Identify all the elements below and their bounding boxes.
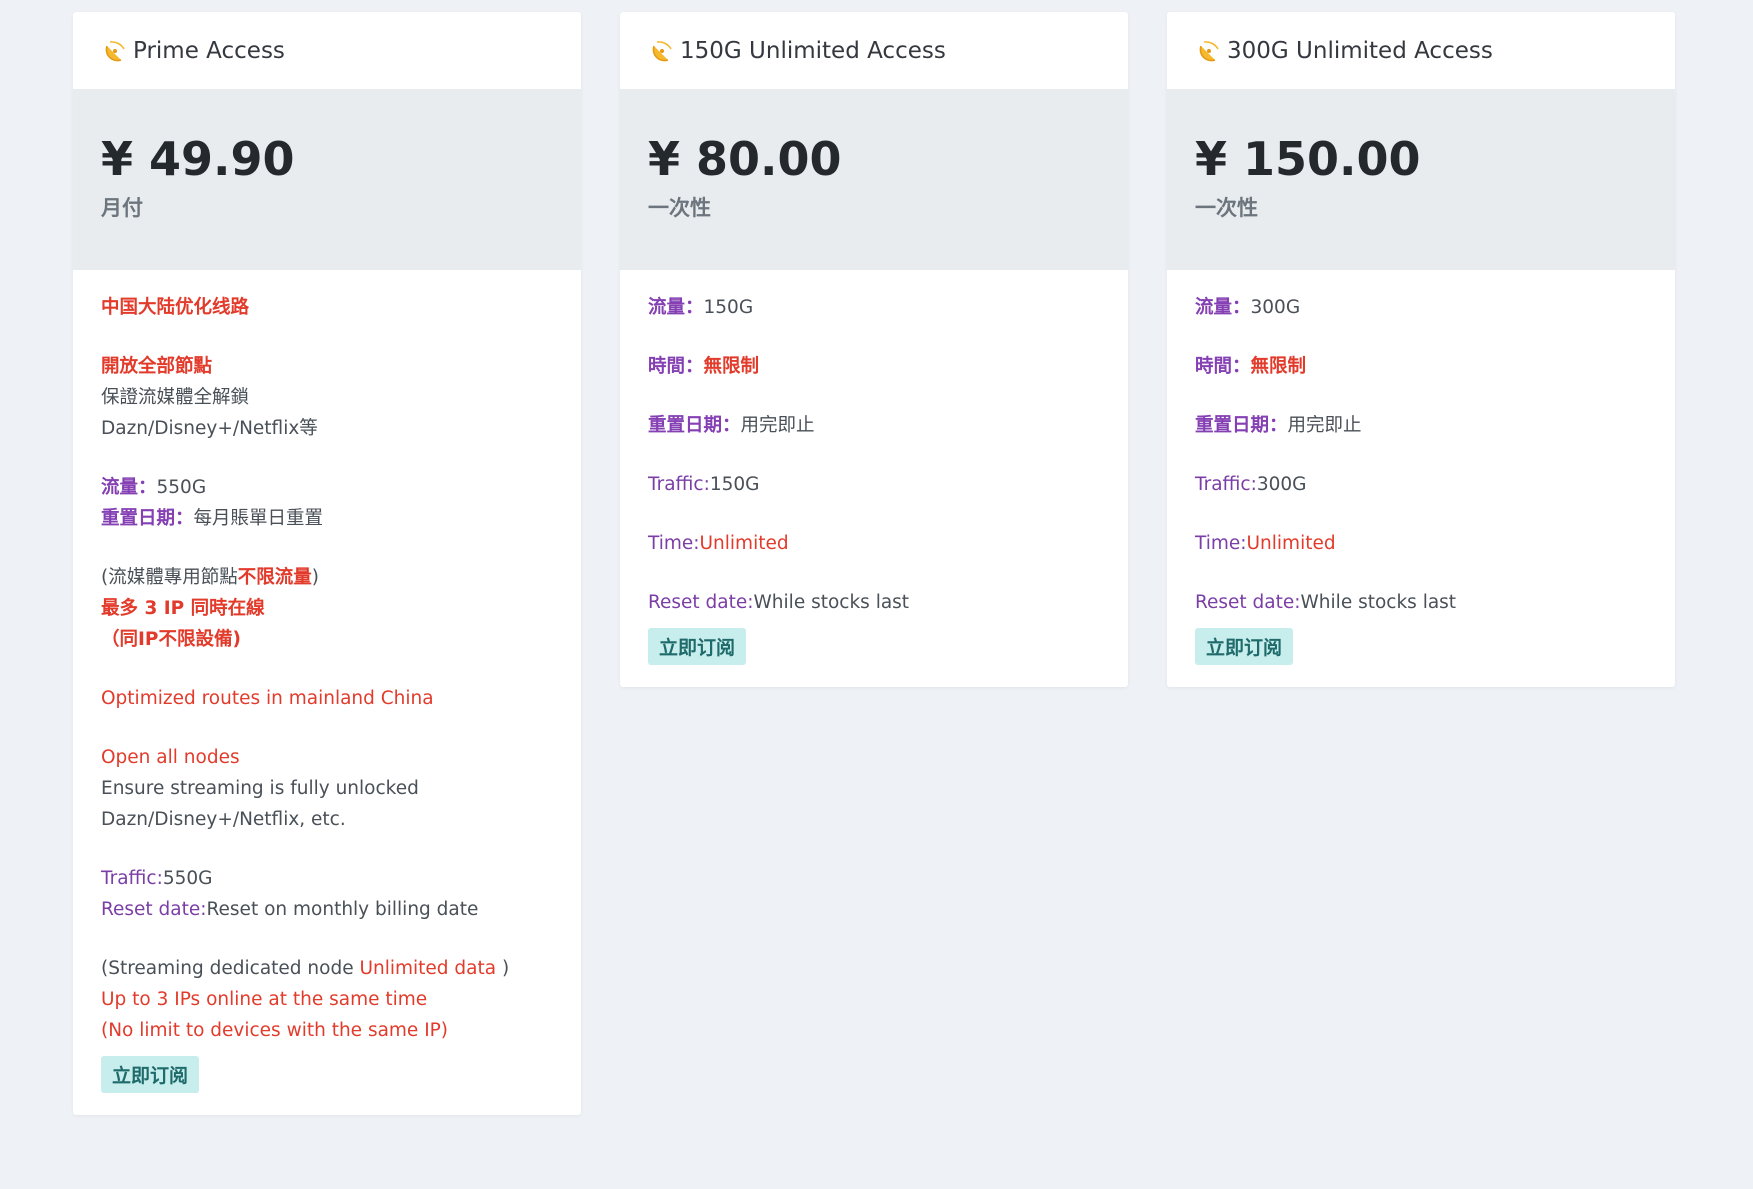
subscribe-button[interactable]: 立即订阅	[648, 628, 747, 665]
satellite-dish-icon	[652, 40, 672, 61]
desc-line: Reset date:While stocks last	[1195, 587, 1647, 618]
desc-value: 無限制	[1250, 356, 1307, 377]
desc-value: Unlimited	[699, 533, 789, 554]
desc-value: Unlimited	[1246, 533, 1336, 554]
desc-line: 流量：550G	[101, 472, 553, 503]
plan-description: 流量：300G 時間：無限制 重置日期：用完即止 Traffic:300G Ti…	[1167, 270, 1675, 687]
desc-value: 用完即止	[740, 415, 815, 436]
desc-line: Open all nodes	[101, 747, 240, 768]
desc-value: 550G	[156, 477, 207, 498]
plan-period: 月付	[101, 196, 143, 220]
subscribe-button[interactable]: 立即订阅	[101, 1056, 200, 1093]
desc-highlight: Unlimited data	[359, 958, 497, 979]
desc-line: (Streaming dedicated node Unlimited data…	[101, 953, 553, 984]
plan-title: Prime Access	[133, 37, 285, 64]
desc-value: 550G	[162, 868, 213, 889]
desc-value: 用完即止	[1287, 415, 1362, 436]
price-block: ¥ 150.00 一次性	[1167, 89, 1675, 270]
desc-label: 流量：	[648, 297, 704, 318]
desc-value: 150G	[703, 297, 754, 318]
subscribe-button[interactable]: 立即订阅	[1195, 628, 1294, 665]
desc-line: 時間：無限制	[1195, 351, 1647, 382]
desc-text: )	[496, 958, 510, 979]
desc-value: While stocks last	[1300, 592, 1457, 613]
desc-label: Traffic:	[1195, 474, 1257, 495]
desc-line: (No limit to devices with the same IP)	[101, 1020, 449, 1041]
satellite-dish-icon	[1199, 40, 1219, 61]
desc-value: 300G	[1250, 297, 1301, 318]
desc-line: Time:Unlimited	[648, 528, 1100, 559]
desc-label: 流量：	[1195, 297, 1251, 318]
desc-label: Time:	[1195, 533, 1247, 554]
desc-line: Traffic:550G	[101, 863, 553, 894]
desc-line: 保證流媒體全解鎖	[101, 387, 250, 408]
desc-line: Reset date:Reset on monthly billing date	[101, 894, 553, 925]
price-block: ¥ 49.90 月付	[73, 89, 581, 270]
plan-title: 150G Unlimited Access	[680, 37, 946, 64]
desc-value: While stocks last	[753, 592, 910, 613]
desc-line: 最多 3 IP 同時在線	[101, 598, 265, 619]
desc-line: Optimized routes in mainland China	[101, 688, 434, 709]
desc-label: Reset date:	[1195, 592, 1301, 613]
desc-line: Traffic:300G	[1195, 469, 1647, 500]
desc-value: 150G	[709, 474, 760, 495]
desc-value: 無限制	[703, 356, 760, 377]
price-block: ¥ 80.00 一次性	[620, 89, 1128, 270]
desc-line: (流媒體專用節點不限流量)	[101, 562, 553, 593]
plan-card-prime: Prime Access ¥ 49.90 月付 中国大陆优化线路 開放全部節點 …	[73, 12, 581, 1115]
desc-value: Reset on monthly billing date	[206, 899, 479, 920]
desc-line: 中国大陆优化线路	[101, 297, 250, 318]
desc-line: 重置日期：用完即止	[648, 410, 1100, 441]
desc-line: 流量：150G	[648, 292, 1100, 323]
plans-grid: Prime Access ¥ 49.90 月付 中国大陆优化线路 開放全部節點 …	[73, 12, 1675, 1115]
desc-label: Traffic:	[101, 868, 163, 889]
plan-description: 中国大陆优化线路 開放全部節點 保證流媒體全解鎖 Dazn/Disney+/Ne…	[73, 270, 581, 1115]
desc-value: 300G	[1256, 474, 1307, 495]
desc-text: (流媒體專用節點	[101, 567, 238, 588]
satellite-dish-icon	[105, 40, 125, 61]
desc-label: Traffic:	[648, 474, 710, 495]
desc-value: 每月賬單日重置	[193, 508, 324, 529]
desc-line: （同IP不限設備)	[101, 629, 241, 650]
desc-label: Reset date:	[101, 899, 207, 920]
plan-description: 流量：150G 時間：無限制 重置日期：用完即止 Traffic:150G Ti…	[620, 270, 1128, 687]
desc-line: 流量：300G	[1195, 292, 1647, 323]
plan-header: 150G Unlimited Access	[620, 12, 1128, 89]
desc-label: 重置日期：	[1195, 415, 1288, 436]
desc-line: 重置日期：每月賬單日重置	[101, 503, 553, 534]
desc-text: )	[311, 567, 319, 588]
plan-period: 一次性	[648, 196, 711, 220]
desc-line: 時間：無限制	[648, 351, 1100, 382]
plan-price: ¥ 80.00	[648, 132, 842, 186]
plan-price: ¥ 49.90	[101, 132, 295, 186]
desc-line: Dazn/Disney+/Netflix等	[101, 418, 318, 439]
desc-line: 重置日期：用完即止	[1195, 410, 1647, 441]
desc-line: Dazn/Disney+/Netflix, etc.	[101, 809, 346, 830]
desc-line: Time:Unlimited	[1195, 528, 1647, 559]
plan-header: Prime Access	[73, 12, 581, 89]
desc-label: 時間：	[648, 356, 704, 377]
desc-line: Reset date:While stocks last	[648, 587, 1100, 618]
desc-line: Up to 3 IPs online at the same time	[101, 989, 428, 1010]
plan-header: 300G Unlimited Access	[1167, 12, 1675, 89]
plan-period: 一次性	[1195, 196, 1258, 220]
desc-label: 重置日期：	[101, 508, 194, 529]
desc-line: Ensure streaming is fully unlocked	[101, 778, 419, 799]
plan-price: ¥ 150.00	[1195, 132, 1421, 186]
desc-label: 時間：	[1195, 356, 1251, 377]
desc-text: (Streaming dedicated node	[101, 958, 360, 979]
desc-line: Traffic:150G	[648, 469, 1100, 500]
desc-line: 開放全部節點	[101, 356, 213, 377]
plan-card-150g: 150G Unlimited Access ¥ 80.00 一次性 流量：150…	[620, 12, 1128, 687]
plan-title: 300G Unlimited Access	[1227, 37, 1493, 64]
desc-label: 流量：	[101, 477, 157, 498]
desc-label: Reset date:	[648, 592, 754, 613]
desc-label: 重置日期：	[648, 415, 741, 436]
plan-card-300g: 300G Unlimited Access ¥ 150.00 一次性 流量：30…	[1167, 12, 1675, 687]
desc-label: Time:	[648, 533, 700, 554]
desc-highlight: 不限流量	[237, 567, 312, 588]
